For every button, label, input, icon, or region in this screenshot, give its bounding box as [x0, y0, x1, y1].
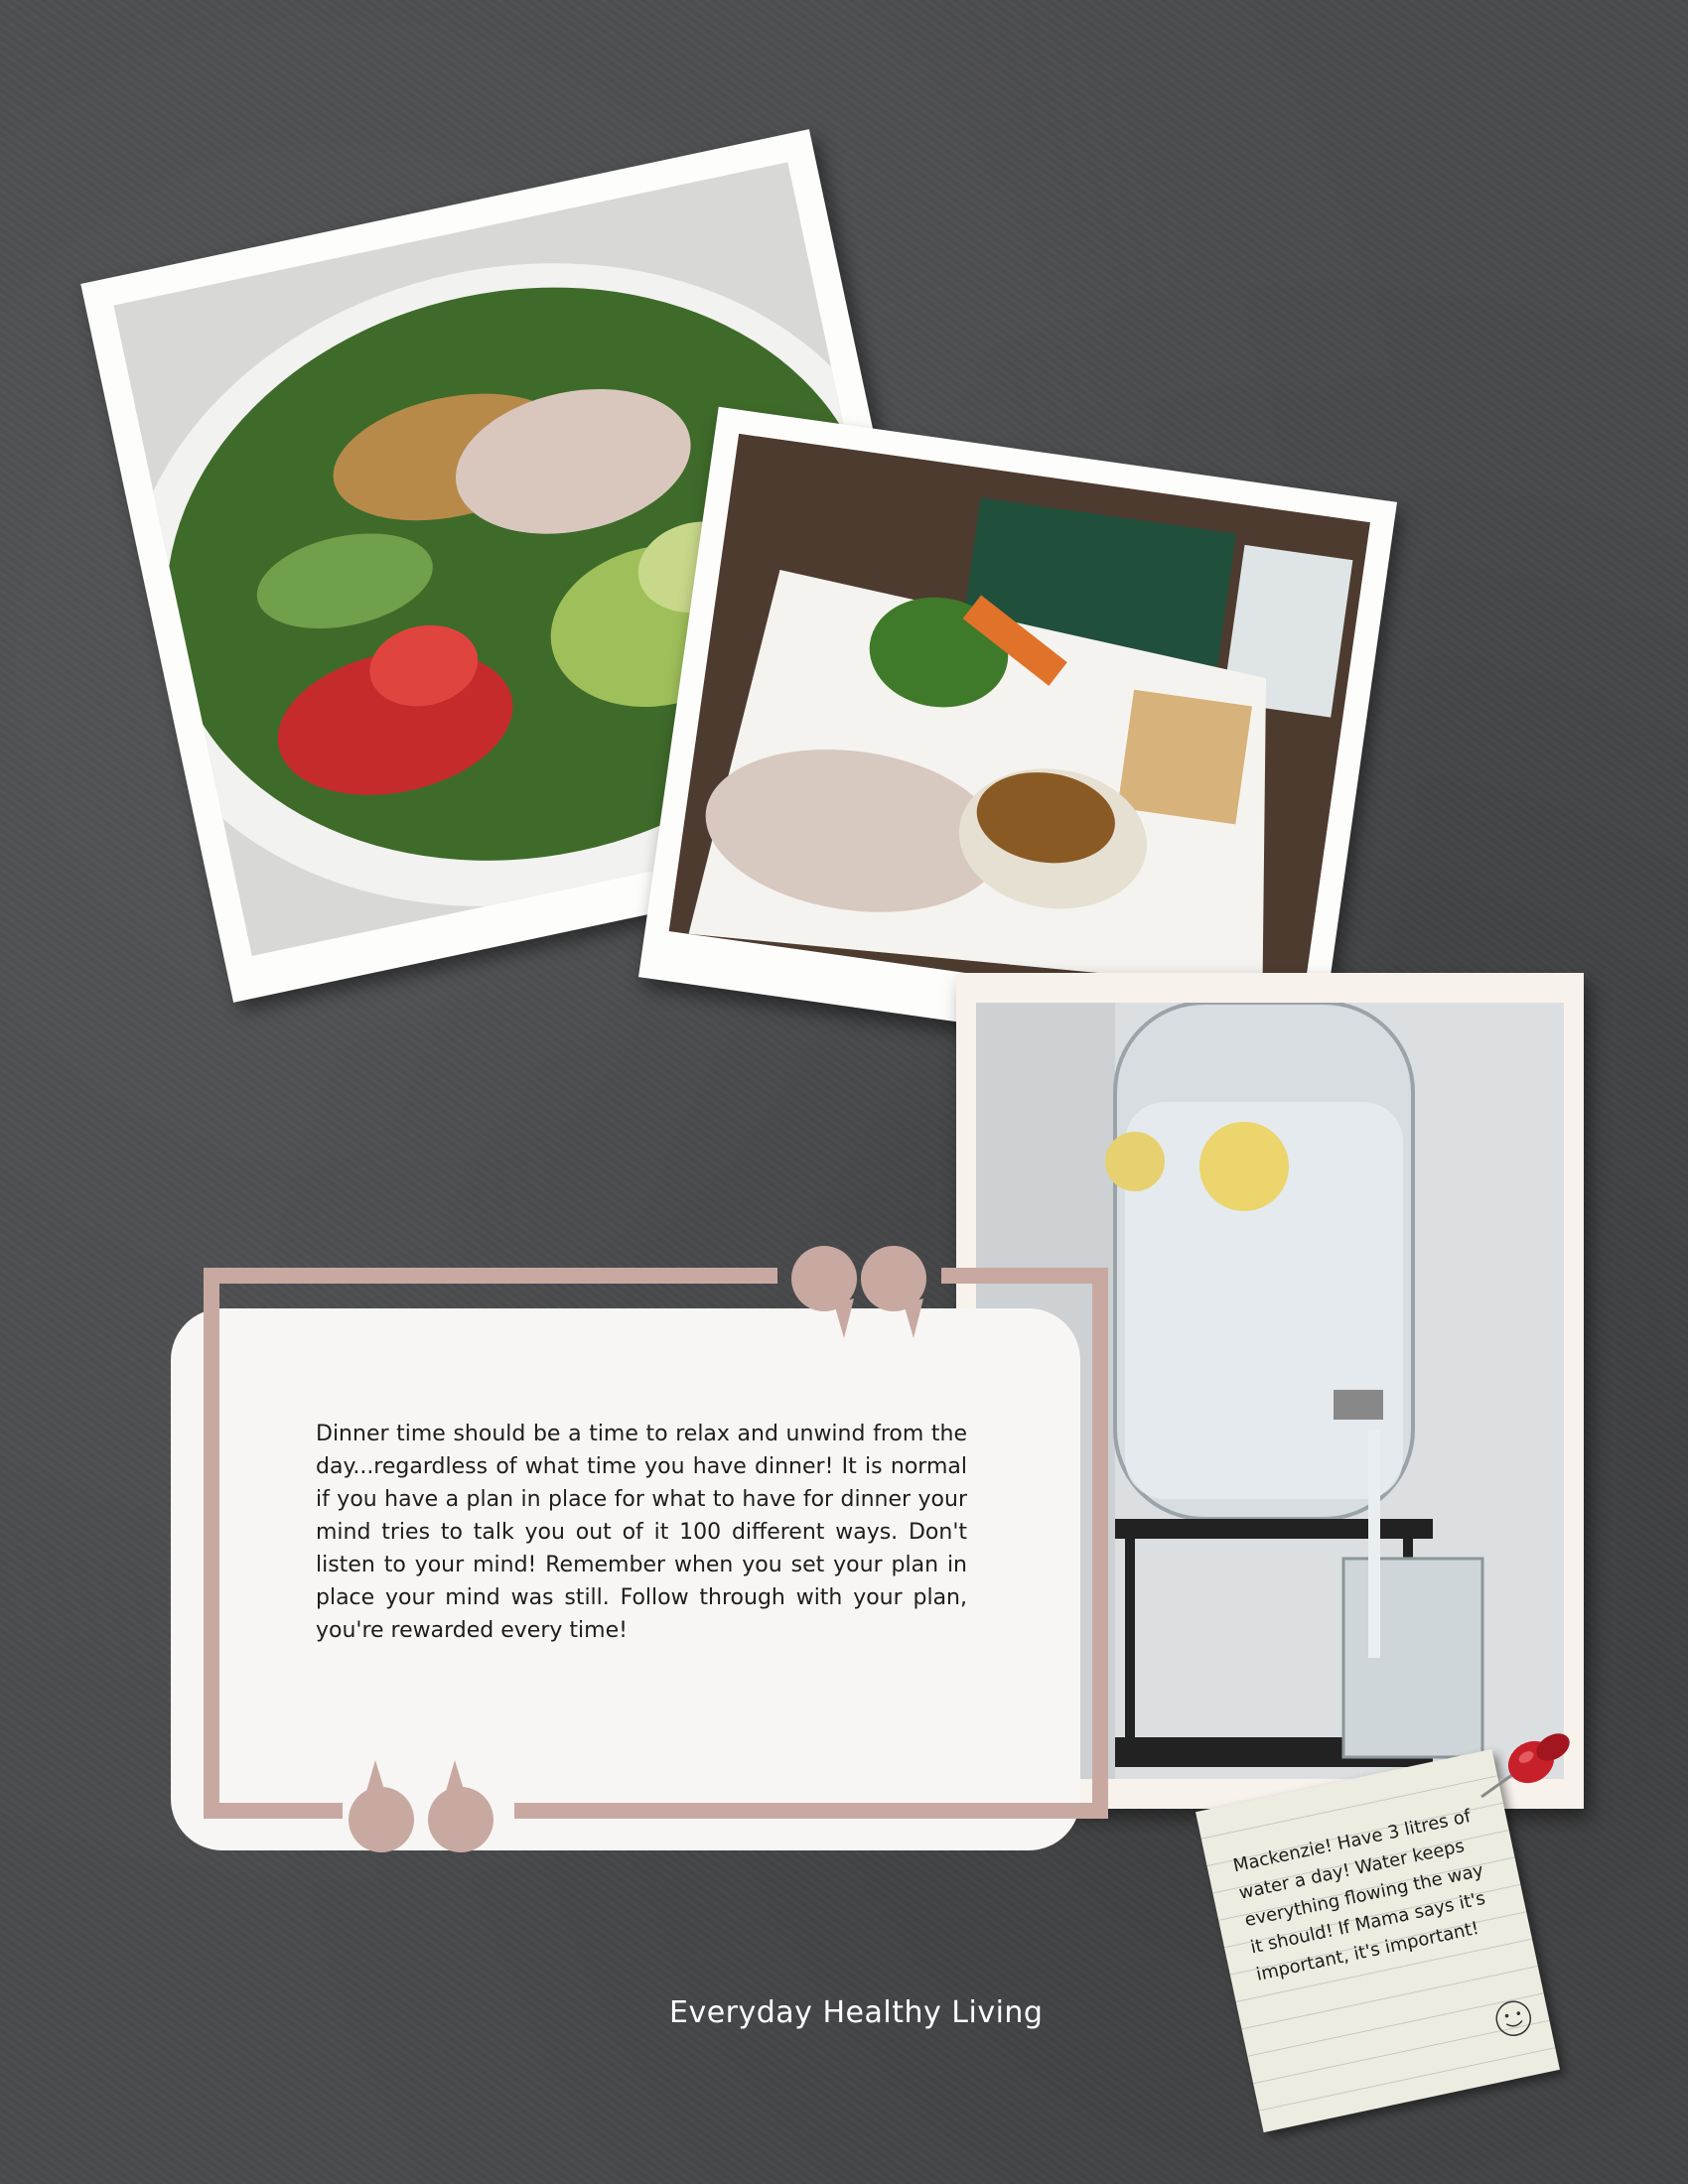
quote-text: Dinner time should be a time to relax an… — [316, 1422, 967, 1643]
footer-title: Everyday Healthy Living — [669, 1995, 1044, 2030]
pushpin-icon — [1480, 1733, 1570, 1799]
frame-left-line — [204, 1268, 219, 1819]
quote-open-icon — [791, 1246, 926, 1338]
smiley-icon — [1495, 2000, 1532, 2037]
frame-bottom-right-line — [514, 1803, 1108, 1819]
sticky-note-text: Mackenzie! Have 3 litres of water a day!… — [1231, 1806, 1487, 1985]
quote-close-icon — [349, 1760, 493, 1852]
frame-right-line — [1092, 1268, 1108, 1819]
dinner-image — [668, 433, 1370, 1021]
frame-top-left-line — [204, 1268, 777, 1284]
frame-top-right-line — [941, 1268, 1108, 1284]
frame-bottom-left-line — [204, 1803, 343, 1819]
